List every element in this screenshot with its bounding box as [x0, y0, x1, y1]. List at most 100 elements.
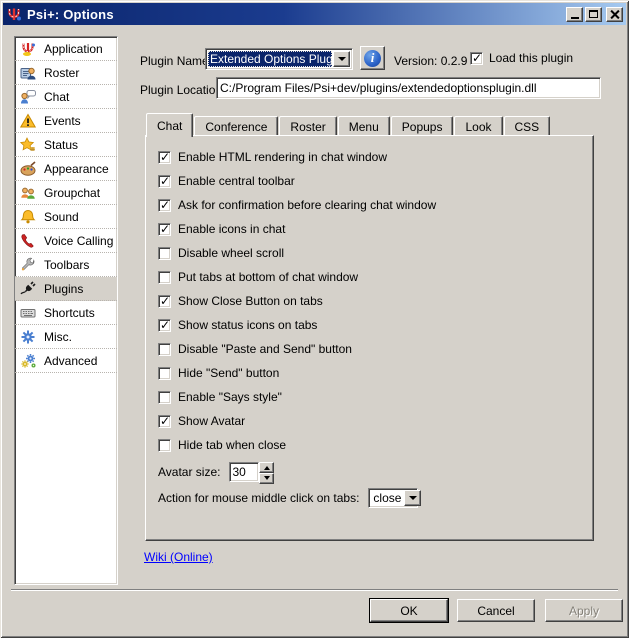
plugin-options-tabs: Chat Conference Roster Menu Popups Look … — [146, 113, 551, 135]
tabs-at-bottom-checkbox[interactable] — [158, 271, 171, 284]
enable-icons-in-chat-checkbox[interactable] — [158, 223, 171, 236]
sidebar-item-label: Events — [44, 114, 81, 128]
sidebar-item-status[interactable]: Status — [15, 133, 117, 157]
minimize-button[interactable] — [566, 7, 583, 22]
middle-click-selected-value: close — [370, 490, 404, 506]
show-status-icons-checkbox[interactable] — [158, 319, 171, 332]
disable-wheel-scroll-checkbox[interactable] — [158, 247, 171, 260]
ok-button[interactable]: OK — [370, 599, 448, 622]
middle-click-dropdown-button[interactable] — [404, 490, 421, 506]
tab-chat[interactable]: Chat — [146, 113, 193, 137]
sidebar-item-advanced[interactable]: Advanced — [15, 349, 117, 373]
hide-send-button-checkbox[interactable] — [158, 367, 171, 380]
phone-icon — [20, 233, 36, 249]
avatar-size-input[interactable] — [230, 463, 258, 481]
plugin-info-button[interactable]: i — [360, 46, 385, 70]
checkbox-row: Show status icons on tabs — [158, 313, 593, 337]
plugin-location-input[interactable] — [217, 78, 600, 98]
plugin-name-dropdown-button[interactable] — [333, 51, 350, 67]
checkbox-label[interactable]: Show status icons on tabs — [178, 318, 317, 332]
sidebar-item-voice-calling[interactable]: Voice Calling — [15, 229, 117, 253]
psi-plus-icon — [20, 41, 36, 57]
titlebar: Psi+: Options — [3, 3, 626, 25]
chevron-down-icon — [264, 476, 270, 483]
sidebar-item-roster[interactable]: Roster — [15, 61, 117, 85]
checkbox-label[interactable]: Show Avatar — [178, 414, 245, 428]
tab-roster[interactable]: Roster — [279, 116, 336, 135]
chat-tab-body: Enable HTML rendering in chat window Ena… — [146, 136, 593, 511]
sidebar-item-chat[interactable]: Chat — [15, 85, 117, 109]
sidebar-item-label: Voice Calling — [44, 234, 113, 248]
checkbox-row: Enable HTML rendering in chat window — [158, 145, 593, 169]
tab-css[interactable]: CSS — [504, 116, 551, 135]
wiki-online-link[interactable]: Wiki (Online) — [144, 550, 213, 564]
chat-tab-panel: Enable HTML rendering in chat window Ena… — [145, 135, 594, 541]
disable-paste-send-checkbox[interactable] — [158, 343, 171, 356]
plugin-name-combobox[interactable]: Extended Options Plugin — [205, 48, 353, 70]
show-close-button-checkbox[interactable] — [158, 295, 171, 308]
spin-down-button[interactable] — [259, 473, 274, 484]
sidebar-item-label: Appearance — [44, 162, 109, 176]
sidebar-item-shortcuts[interactable]: Shortcuts — [15, 301, 117, 325]
enable-central-toolbar-checkbox[interactable] — [158, 175, 171, 188]
tab-conference[interactable]: Conference — [194, 116, 278, 135]
sidebar-item-application[interactable]: Application — [15, 37, 117, 61]
sidebar-item-label: Advanced — [44, 354, 97, 368]
checkbox-label[interactable]: Disable wheel scroll — [178, 246, 284, 260]
checkbox-label[interactable]: Show Close Button on tabs — [178, 294, 323, 308]
tab-look[interactable]: Look — [454, 116, 502, 135]
maximize-button[interactable] — [585, 7, 602, 22]
checkbox-label[interactable]: Hide tab when close — [178, 438, 286, 452]
sidebar-item-sound[interactable]: Sound — [15, 205, 117, 229]
enable-says-style-checkbox[interactable] — [158, 391, 171, 404]
sidebar-item-label: Application — [44, 42, 103, 56]
tab-popups[interactable]: Popups — [391, 116, 454, 135]
sidebar-item-misc[interactable]: Misc. — [15, 325, 117, 349]
options-sidebar: Application Roster Chat Events Status Ap… — [14, 36, 118, 585]
hide-tab-when-close-checkbox[interactable] — [158, 439, 171, 452]
load-plugin-checkbox[interactable] — [470, 52, 483, 65]
avatar-size-label: Avatar size: — [158, 465, 220, 479]
sidebar-item-appearance[interactable]: Appearance — [15, 157, 117, 181]
middle-click-label: Action for mouse middle click on tabs: — [158, 491, 359, 505]
checkbox-label[interactable]: Enable central toolbar — [178, 174, 295, 188]
checkbox-label[interactable]: Enable icons in chat — [178, 222, 285, 236]
checkbox-row: Put tabs at bottom of chat window — [158, 265, 593, 289]
window-controls — [566, 7, 623, 22]
apply-button[interactable]: Apply — [545, 599, 623, 622]
middle-click-row: Action for mouse middle click on tabs: c… — [158, 485, 593, 511]
load-plugin-checkbox-row: Load this plugin — [470, 51, 573, 65]
confirm-clearing-checkbox[interactable] — [158, 199, 171, 212]
checkbox-row: Hide tab when close — [158, 433, 593, 457]
middle-click-combobox[interactable]: close — [368, 488, 418, 508]
plugin-version-label: Version: 0.2.9 — [394, 54, 467, 68]
sidebar-item-groupchat[interactable]: Groupchat — [15, 181, 117, 205]
avatar-size-field — [229, 462, 259, 482]
roster-icon — [20, 65, 36, 81]
load-plugin-label: Load this plugin — [489, 51, 573, 65]
checkbox-label[interactable]: Ask for confirmation before clearing cha… — [178, 198, 436, 212]
close-icon — [610, 10, 619, 19]
checkbox-label[interactable]: Enable HTML rendering in chat window — [178, 150, 387, 164]
sidebar-item-events[interactable]: Events — [15, 109, 117, 133]
gear-icon — [20, 329, 36, 345]
checkbox-row: Enable "Says style" — [158, 385, 593, 409]
avatar-size-row: Avatar size: — [158, 459, 593, 485]
checkbox-label[interactable]: Put tabs at bottom of chat window — [178, 270, 358, 284]
sidebar-item-toolbars[interactable]: Toolbars — [15, 253, 117, 277]
spin-up-button[interactable] — [259, 462, 274, 473]
checkbox-label[interactable]: Disable "Paste and Send" button — [178, 342, 352, 356]
tab-menu[interactable]: Menu — [338, 116, 390, 135]
close-button[interactable] — [606, 7, 623, 22]
checkbox-label[interactable]: Hide "Send" button — [178, 366, 279, 380]
enable-html-rendering-checkbox[interactable] — [158, 151, 171, 164]
app-psi-icon — [6, 6, 22, 22]
sidebar-item-plugins[interactable]: Plugins — [15, 277, 117, 301]
wrench-icon — [20, 257, 36, 273]
checkbox-label[interactable]: Enable "Says style" — [178, 390, 282, 404]
cancel-button[interactable]: Cancel — [457, 599, 535, 622]
star-icon — [20, 137, 36, 153]
maximize-icon — [589, 10, 598, 18]
window-title: Psi+: Options — [27, 7, 114, 22]
show-avatar-checkbox[interactable] — [158, 415, 171, 428]
